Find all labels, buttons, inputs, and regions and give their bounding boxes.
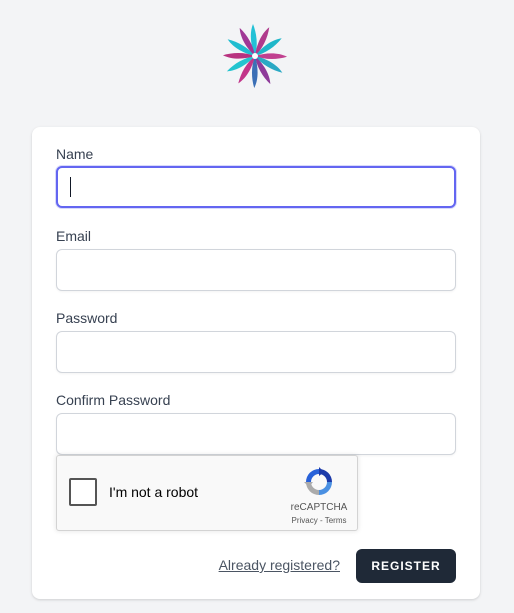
email-label: Email (56, 228, 92, 244)
email-input[interactable] (56, 249, 456, 291)
recaptcha-logo-icon (304, 467, 332, 495)
recaptcha-checkbox[interactable] (69, 478, 97, 506)
password-label: Password (56, 310, 118, 326)
name-label: Name (56, 146, 94, 162)
recaptcha-widget: I'm not a robot reCAPTCHA Privacy - Term… (56, 455, 358, 531)
name-input[interactable] (56, 166, 456, 208)
recaptcha-terms-link[interactable]: Terms (325, 516, 347, 525)
recaptcha-privacy-link[interactable]: Privacy (292, 516, 318, 525)
flower-logo-icon (222, 24, 288, 89)
text-caret (70, 177, 71, 197)
recaptcha-links: Privacy - Terms (285, 516, 353, 525)
already-registered-link[interactable]: Already registered? (219, 557, 340, 573)
register-card: Name Email Password Confirm Password I'm… (32, 127, 480, 599)
recaptcha-brand: reCAPTCHA (290, 502, 348, 513)
register-button[interactable]: REGISTER (356, 549, 456, 583)
recaptcha-label: I'm not a robot (109, 484, 199, 500)
recaptcha-link-separator: - (317, 516, 325, 525)
confirm-password-label: Confirm Password (56, 392, 171, 408)
password-input[interactable] (56, 331, 456, 373)
confirm-password-input[interactable] (56, 413, 456, 455)
